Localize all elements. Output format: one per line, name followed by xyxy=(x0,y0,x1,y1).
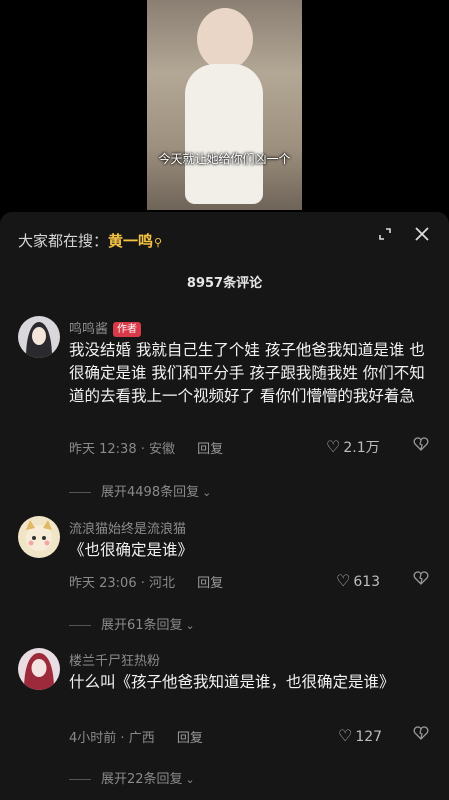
comment-meta: 昨天 23:06 · 河北 回复 xyxy=(69,576,224,591)
expand-divider xyxy=(69,625,91,626)
expand-divider xyxy=(69,779,91,780)
reply-button[interactable]: 回复 xyxy=(197,442,223,457)
username[interactable]: 楼兰千尸狂热粉 xyxy=(69,650,160,669)
search-suggestion[interactable]: 大家都在搜：黄一鸣⚲ xyxy=(18,230,162,251)
expand-replies-button[interactable]: 展开61条回复 ⌄ xyxy=(69,614,195,633)
search-icon: ⚲ xyxy=(154,236,163,249)
expand-replies-text: 展开4498条回复 xyxy=(101,485,200,500)
comment-text: 我没结婚 我就自己生了个娃 孩子他爸我知道是谁 也很确定是谁 我们和平分手 孩子… xyxy=(69,341,425,405)
like-button[interactable]: ♡ 127 xyxy=(338,726,382,745)
like-count: 613 xyxy=(353,574,381,590)
avatar[interactable] xyxy=(18,316,60,358)
reply-button[interactable]: 回复 xyxy=(197,576,223,591)
comment-time: 昨天 23:06 xyxy=(69,576,137,591)
comment-location: 河北 xyxy=(149,576,176,591)
comment-text: 《也很确定是谁》 xyxy=(69,541,194,559)
comment-time: 昨天 12:38 xyxy=(69,442,137,457)
heart-icon: ♡ xyxy=(326,437,341,456)
comment-location: 广西 xyxy=(128,731,155,746)
close-icon[interactable] xyxy=(410,224,434,248)
video-caption: 今天就让她给你们凶一个 xyxy=(158,152,291,166)
comment-text: 什么叫《孩子他爸我知道是谁，也很确定是谁》 xyxy=(69,673,395,691)
expand-replies-text: 展开61条回复 xyxy=(101,618,183,633)
reply-button[interactable]: 回复 xyxy=(177,731,203,746)
search-prefix: 大家都在搜： xyxy=(18,232,109,250)
avatar[interactable] xyxy=(18,648,60,690)
video-subject-head xyxy=(197,8,253,70)
like-count: 2.1万 xyxy=(343,440,380,456)
comment-time: 4小时前 xyxy=(69,731,117,746)
video-subject-body xyxy=(185,64,263,204)
comment-meta: 4小时前 · 广西 回复 xyxy=(69,731,203,746)
heart-icon: ♡ xyxy=(338,726,353,745)
comment-meta: 昨天 12:38 · 安徽 回复 xyxy=(69,442,224,457)
video-thumbnail[interactable]: 今天就让她给你们凶一个 xyxy=(147,0,302,210)
like-button[interactable]: ♡ 2.1万 xyxy=(326,437,380,457)
expand-replies-text: 展开22条回复 xyxy=(101,772,183,787)
comments-sheet: 大家都在搜：黄一鸣⚲ 8957条评论 鸣鸣酱 作者 我没结婚 我就自己生了个娃 孩… xyxy=(0,212,449,800)
dislike-icon[interactable] xyxy=(413,436,429,456)
comment-location: 安徽 xyxy=(149,442,176,457)
like-count: 127 xyxy=(355,729,383,745)
comment-count: 8957条评论 xyxy=(186,276,263,291)
username-text[interactable]: 鸣鸣酱 xyxy=(69,322,108,337)
heart-icon: ♡ xyxy=(336,571,351,590)
expand-icon[interactable] xyxy=(374,226,396,248)
expand-replies-button[interactable]: 展开4498条回复 ⌄ xyxy=(69,481,211,500)
chevron-down-icon: ⌄ xyxy=(202,486,212,499)
search-term[interactable]: 黄一鸣 xyxy=(108,232,153,250)
like-button[interactable]: ♡ 613 xyxy=(336,571,380,590)
username[interactable]: 流浪猫始终是流浪猫 xyxy=(69,518,186,537)
username[interactable]: 鸣鸣酱 作者 xyxy=(69,318,142,337)
avatar[interactable] xyxy=(18,516,60,558)
dislike-icon[interactable] xyxy=(413,570,429,590)
author-badge: 作者 xyxy=(113,322,142,337)
chevron-down-icon: ⌄ xyxy=(185,773,195,786)
chevron-down-icon: ⌄ xyxy=(185,619,195,632)
expand-replies-button[interactable]: 展开22条回复 ⌄ xyxy=(69,768,195,787)
dislike-icon[interactable] xyxy=(413,725,429,745)
expand-divider xyxy=(69,492,91,493)
